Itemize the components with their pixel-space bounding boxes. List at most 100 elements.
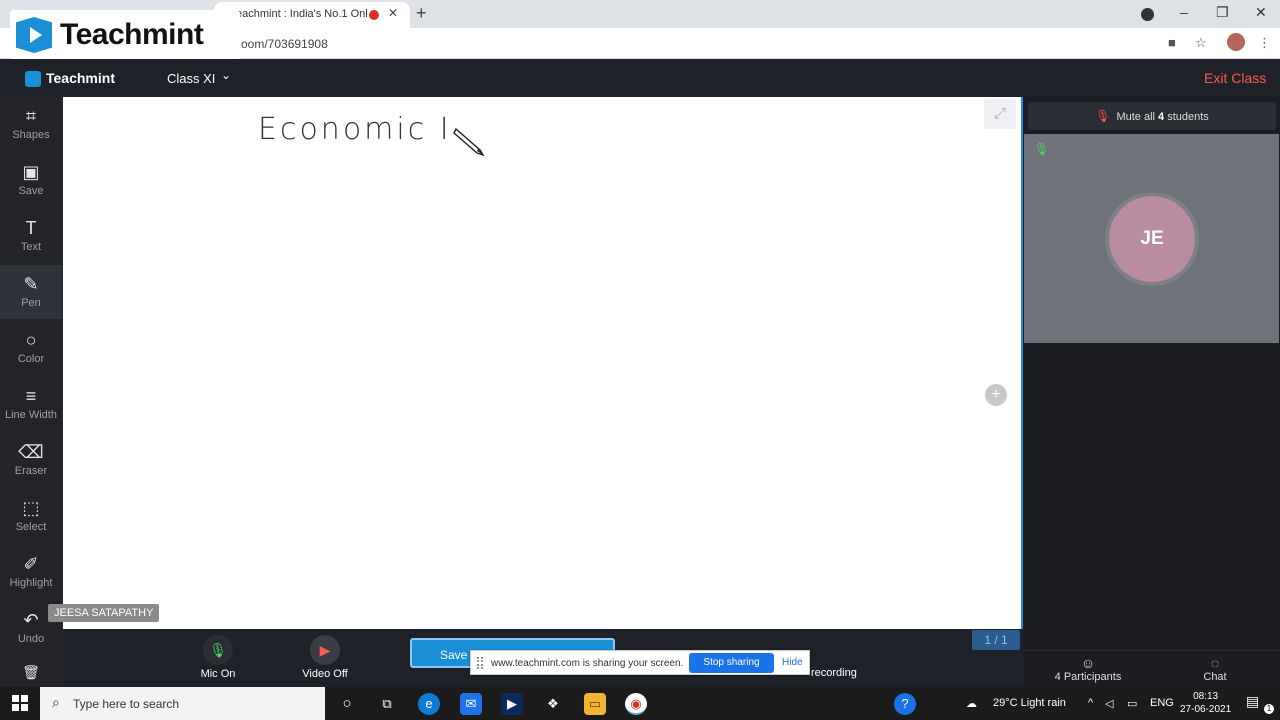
page-indicator: 1 / 1: [972, 630, 1020, 650]
pen-cursor-icon: [453, 127, 485, 157]
teachmint-watermark: Teachmint: [10, 10, 240, 60]
handwritten-text: Economic I: [258, 112, 452, 147]
expand-icon[interactable]: ⤢: [984, 99, 1016, 129]
tool-save[interactable]: ▣ Save: [0, 153, 62, 207]
whiteboard-canvas[interactable]: Economic I: [63, 97, 1022, 629]
tool-label: Shapes: [12, 129, 50, 141]
chevron-down-icon[interactable]: ⌄: [221, 68, 231, 82]
search-icon: ⌕: [52, 694, 60, 710]
color-icon: ○: [25, 330, 37, 350]
clock-date: 27-06-2021: [1180, 704, 1232, 715]
handwriting-layer: Economic I: [258, 112, 485, 157]
recording-status[interactable]: recording: [811, 667, 861, 679]
participants-button[interactable]: ☺ 4 Participants: [1053, 655, 1123, 683]
watermark-brand: Teachmint: [60, 18, 204, 51]
participant-avatar: JE: [1109, 196, 1195, 282]
windows-start-icon[interactable]: [12, 695, 28, 711]
cortana-icon[interactable]: ○: [336, 693, 358, 715]
task-view-icon[interactable]: ⧉: [376, 693, 398, 715]
mute-suffix: students: [1164, 111, 1209, 123]
help-icon[interactable]: ?: [894, 693, 916, 715]
volume-icon[interactable]: ◁: [1105, 697, 1113, 710]
search-placeholder: Type here to search: [73, 697, 180, 711]
close-window-button[interactable]: ✕: [1255, 4, 1267, 21]
clock-time: 08:13: [1193, 691, 1219, 702]
profile-menu-icon[interactable]: [1141, 8, 1154, 21]
drag-handle-icon[interactable]: [477, 657, 483, 669]
browser-tab[interactable]: eachmint : India's No.1 Onl ✕: [214, 2, 410, 28]
edge-icon[interactable]: e: [418, 693, 440, 715]
dropbox-icon[interactable]: ❖: [542, 693, 564, 715]
tool-text[interactable]: T Text: [0, 209, 62, 263]
language-indicator[interactable]: ENG: [1150, 697, 1174, 709]
studio-app-icon[interactable]: ▶: [501, 693, 523, 715]
camera-icon[interactable]: ■: [1168, 35, 1176, 50]
tool-select[interactable]: ⬚ Select: [0, 489, 62, 543]
tool-label: Text: [20, 241, 42, 253]
tool-color[interactable]: ○ Color: [0, 321, 62, 375]
weather-text[interactable]: 29°C Light rain: [993, 697, 1066, 709]
tab-close-icon[interactable]: ✕: [388, 6, 398, 20]
browser-menu-icon[interactable]: ⋮: [1258, 35, 1271, 51]
tool-label: Pen: [21, 297, 41, 309]
battery-icon[interactable]: ▭: [1127, 697, 1137, 710]
save-icon: ▣: [22, 162, 40, 182]
tool-label: Color: [17, 353, 45, 365]
highlight-icon: ✐: [23, 554, 39, 574]
chrome-icon[interactable]: ◉: [625, 693, 647, 715]
participants-icon: ☺: [1080, 655, 1096, 671]
teachmint-logo-icon: [25, 71, 41, 87]
stop-sharing-button[interactable]: Stop sharing: [689, 653, 774, 673]
tool-label: Undo: [17, 633, 45, 645]
tool-delete[interactable]: 🗑: [0, 657, 62, 687]
tool-line-width[interactable]: ≡ Line Width: [0, 377, 62, 431]
mic-toggle[interactable]: 🎙 Mic On: [200, 635, 236, 680]
mic-label: Mic On: [200, 668, 236, 680]
line-width-icon: ≡: [25, 386, 37, 406]
taskbar-clock[interactable]: 08:13 27-06-2021: [1180, 690, 1231, 716]
tool-label: Select: [15, 521, 47, 533]
mute-prefix: Mute all: [1116, 111, 1159, 123]
tool-label: Save: [18, 185, 44, 197]
video-toggle[interactable]: ▶ Video Off: [300, 635, 350, 680]
maximize-button[interactable]: ❐: [1216, 4, 1229, 21]
tool-label: Line Width: [5, 409, 57, 421]
tool-eraser[interactable]: ⌫ Eraser: [0, 433, 62, 487]
chat-icon: ◌: [1210, 655, 1220, 671]
add-page-button[interactable]: +: [985, 384, 1007, 406]
trash-icon: 🗑: [22, 664, 40, 680]
chat-button[interactable]: ◌ Chat: [1195, 655, 1235, 683]
weather-icon[interactable]: ☁: [966, 697, 977, 710]
bookmark-star-icon[interactable]: ☆: [1195, 35, 1207, 51]
participants-label: 4 Participants: [1054, 671, 1122, 683]
tool-pen[interactable]: ✎ Pen: [0, 265, 62, 319]
notification-icon[interactable]: ▤: [1246, 693, 1259, 710]
header-brand: Teachmint: [46, 70, 115, 86]
windows-taskbar: ⌕ Type here to search ○ ⧉ e ✉ ▶ ❖ ▭ ◉ ? …: [0, 687, 1280, 720]
tool-highlight[interactable]: ✐ Highlight: [0, 545, 62, 599]
chat-label: Chat: [1203, 671, 1227, 683]
url-field[interactable]: oom/703691908: [241, 37, 328, 51]
mic-off-icon: 🎙: [1095, 109, 1111, 123]
mute-all-button[interactable]: 🎙 Mute all 4 students: [1028, 102, 1276, 130]
class-selector[interactable]: Class XI: [167, 71, 215, 86]
teachmint-logo-icon: [16, 17, 52, 53]
exit-class-button[interactable]: Exit Class: [1204, 70, 1266, 86]
mic-on-icon: 🎙: [1034, 142, 1050, 156]
hide-banner-link[interactable]: Hide: [782, 657, 803, 668]
profile-avatar[interactable]: [1227, 33, 1245, 51]
file-explorer-icon[interactable]: ▭: [584, 693, 606, 715]
minimize-button[interactable]: –: [1180, 4, 1188, 20]
select-icon: ⬚: [22, 498, 40, 518]
share-message: www.teachmint.com is sharing your screen…: [491, 658, 684, 669]
video-off-icon: ▶: [310, 635, 340, 665]
tray-chevron-icon[interactable]: ^: [1088, 697, 1093, 709]
participant-video-tile[interactable]: 🎙 JE: [1024, 134, 1279, 343]
tool-label: Highlight: [9, 577, 53, 589]
recording-dot-icon: [369, 10, 379, 20]
new-tab-button[interactable]: +: [416, 3, 427, 24]
notification-count: 1: [1264, 704, 1274, 714]
tool-shapes[interactable]: ⌗ Shapes: [0, 97, 62, 151]
mail-icon[interactable]: ✉: [460, 693, 482, 715]
taskbar-search-input[interactable]: ⌕ Type here to search: [40, 687, 325, 720]
